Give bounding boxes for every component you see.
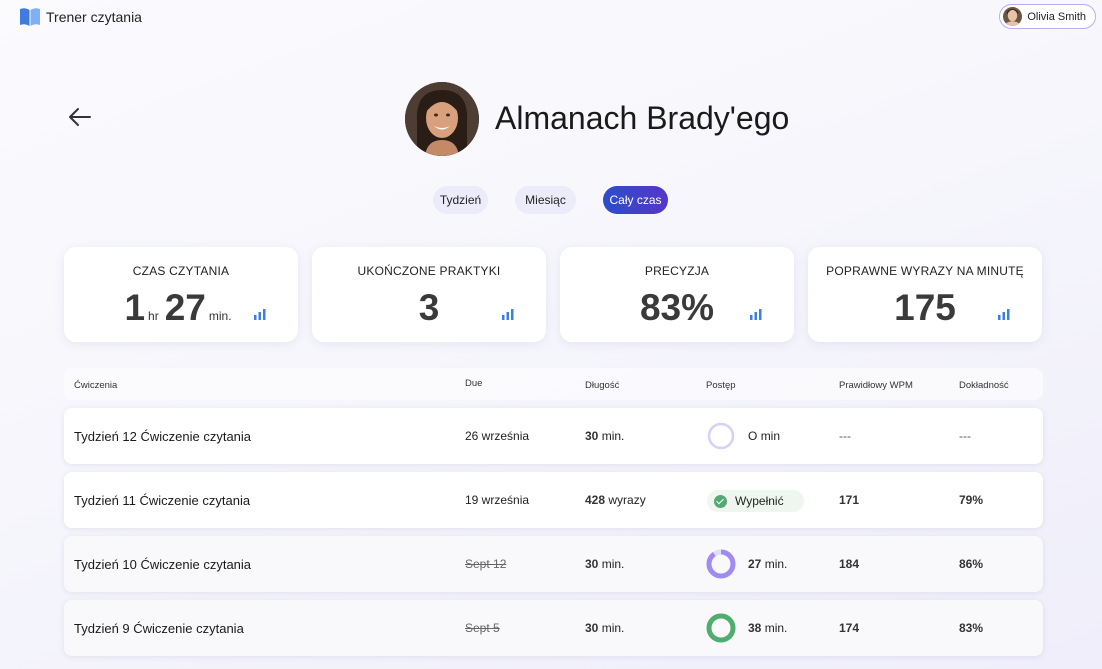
due-date: Sept 12 bbox=[465, 557, 507, 571]
wpm-value: --- bbox=[839, 429, 851, 443]
progress-ring-fill bbox=[706, 613, 736, 643]
accuracy-value: --- bbox=[959, 429, 971, 443]
back-arrow-icon[interactable] bbox=[66, 104, 94, 130]
stat-number: 3 bbox=[418, 287, 440, 328]
stat-label: UKOŃCZONE PRAKTYKI bbox=[357, 264, 501, 278]
wpm-value: 171 bbox=[839, 493, 860, 507]
length-unit: wyrazy bbox=[608, 493, 646, 507]
stat-value: 3 bbox=[312, 287, 546, 329]
column-header-progress[interactable]: Postęp bbox=[706, 380, 736, 391]
progress-text: O min bbox=[748, 408, 780, 464]
checkmark-icon bbox=[714, 494, 727, 508]
progress-ring-track bbox=[707, 422, 735, 450]
column-header-accuracy[interactable]: Dokładność bbox=[959, 380, 1009, 391]
app-title: Trener czytania bbox=[46, 9, 142, 25]
table-header: Ćwiczenia Due Długość Postęp Prawidłowy … bbox=[64, 368, 1043, 400]
wpm-value: 174 bbox=[839, 621, 860, 635]
time-range-tabs: Tydzień Miesiąc Cały czas bbox=[0, 186, 1102, 214]
stat-number: 83% bbox=[639, 287, 715, 328]
length-unit: min. bbox=[601, 621, 625, 635]
progress-value: 38 bbox=[748, 621, 762, 635]
bar-chart-icon[interactable] bbox=[750, 309, 762, 320]
profile-avatar bbox=[405, 82, 479, 156]
length: 30 min. bbox=[585, 536, 624, 592]
progress-text: 27 min. bbox=[748, 536, 787, 592]
stat-label: POPRAWNE WYRAZY NA MINUTĘ bbox=[826, 264, 1024, 278]
column-header-exercise[interactable]: Ćwiczenia bbox=[74, 380, 117, 391]
accuracy-value: 86% bbox=[959, 557, 984, 571]
progress-ring-icon bbox=[706, 549, 736, 579]
progress-text: 38 min. bbox=[748, 600, 787, 656]
stat-card-reading-time: CZAS CZYTANIA 1 hr 27 min. bbox=[64, 247, 298, 342]
due-date: 26 września bbox=[465, 429, 530, 443]
column-header-due[interactable]: Due bbox=[465, 378, 482, 389]
status-badge: Wypełnić bbox=[707, 490, 804, 512]
progress-unit: min bbox=[760, 429, 781, 443]
tab-all-time[interactable]: Cały czas bbox=[603, 186, 668, 214]
due-date: Sept 5 bbox=[465, 621, 500, 635]
stat-value: 1 hr 27 min. bbox=[64, 287, 298, 329]
user-account-button[interactable]: Olivia Smith bbox=[999, 4, 1096, 29]
exercise-title: Tydzień 10 Ćwiczenie czytania bbox=[74, 556, 252, 572]
stat-card-precision: PRECYZJA 83% bbox=[560, 247, 794, 342]
user-name: Olivia Smith bbox=[1027, 10, 1086, 23]
accuracy-value: 83% bbox=[959, 621, 984, 635]
table-row[interactable]: Tydzień 9 Ćwiczenie czytania Sept 5 30 m… bbox=[64, 600, 1043, 656]
length: 30 min. bbox=[585, 600, 624, 656]
stat-minutes: 27 bbox=[164, 287, 206, 328]
progress-unit: min. bbox=[764, 621, 788, 635]
stat-label: CZAS CZYTANIA bbox=[132, 264, 230, 278]
exercise-title: Tydzień 11 Ćwiczenie czytania bbox=[74, 492, 251, 508]
top-bar: Trener czytania Olivia Smith bbox=[0, 0, 1102, 34]
stat-card-words-per-minute: POPRAWNE WYRAZY NA MINUTĘ 175 bbox=[808, 247, 1042, 342]
bar-chart-icon[interactable] bbox=[502, 309, 514, 320]
table-row[interactable]: Tydzień 10 Ćwiczenie czytania Sept 12 30… bbox=[64, 536, 1043, 592]
progress-value: 27 bbox=[748, 557, 762, 571]
profile-name: Almanach Brady'ego bbox=[495, 100, 790, 136]
bar-chart-icon[interactable] bbox=[998, 309, 1010, 320]
tab-week[interactable]: Tydzień bbox=[433, 186, 488, 214]
status-label: Wypełnić bbox=[735, 494, 784, 508]
column-header-length[interactable]: Długość bbox=[585, 380, 619, 391]
table-row[interactable]: Tydzień 12 Ćwiczenie czytania 26 wrześni… bbox=[64, 408, 1043, 464]
exercise-title: Tydzień 12 Ćwiczenie czytania bbox=[74, 428, 252, 444]
progress-ring-fill bbox=[706, 549, 736, 579]
length-value: 30 bbox=[585, 429, 599, 443]
stat-hours: 1 bbox=[124, 287, 146, 328]
stat-label: PRECYZJA bbox=[644, 264, 710, 278]
table-row[interactable]: Tydzień 11 Ćwiczenie czytania 19 wrześni… bbox=[64, 472, 1043, 528]
stat-value: 83% bbox=[560, 287, 794, 329]
stat-number: 175 bbox=[894, 287, 956, 328]
book-icon bbox=[20, 8, 40, 26]
due-date: 19 września bbox=[465, 493, 530, 507]
stat-minutes-unit: min. bbox=[208, 309, 232, 323]
progress-ring-icon bbox=[706, 613, 736, 643]
progress-unit: min. bbox=[764, 557, 788, 571]
length-unit: min. bbox=[601, 429, 625, 443]
bar-chart-icon[interactable] bbox=[254, 309, 266, 320]
length-value: 30 bbox=[585, 621, 599, 635]
length: 30 min. bbox=[585, 408, 624, 464]
length-value: 428 bbox=[585, 493, 606, 507]
length-value: 30 bbox=[585, 557, 599, 571]
length: 428 wyrazy bbox=[585, 472, 646, 528]
progress-ring-icon bbox=[707, 422, 735, 450]
exercise-title: Tydzień 9 Ćwiczenie czytania bbox=[74, 620, 244, 636]
stat-hours-unit: hr bbox=[148, 309, 159, 323]
user-avatar bbox=[1003, 7, 1023, 26]
length-unit: min. bbox=[601, 557, 625, 571]
progress-value: O bbox=[748, 429, 758, 443]
stat-card-completed-practices: UKOŃCZONE PRAKTYKI 3 bbox=[312, 247, 546, 342]
tab-month[interactable]: Miesiąc bbox=[515, 186, 576, 214]
wpm-value: 184 bbox=[839, 557, 860, 571]
accuracy-value: 79% bbox=[959, 493, 984, 507]
column-header-wpm[interactable]: Prawidłowy WPM bbox=[839, 380, 913, 391]
stat-value: 175 bbox=[808, 287, 1042, 329]
